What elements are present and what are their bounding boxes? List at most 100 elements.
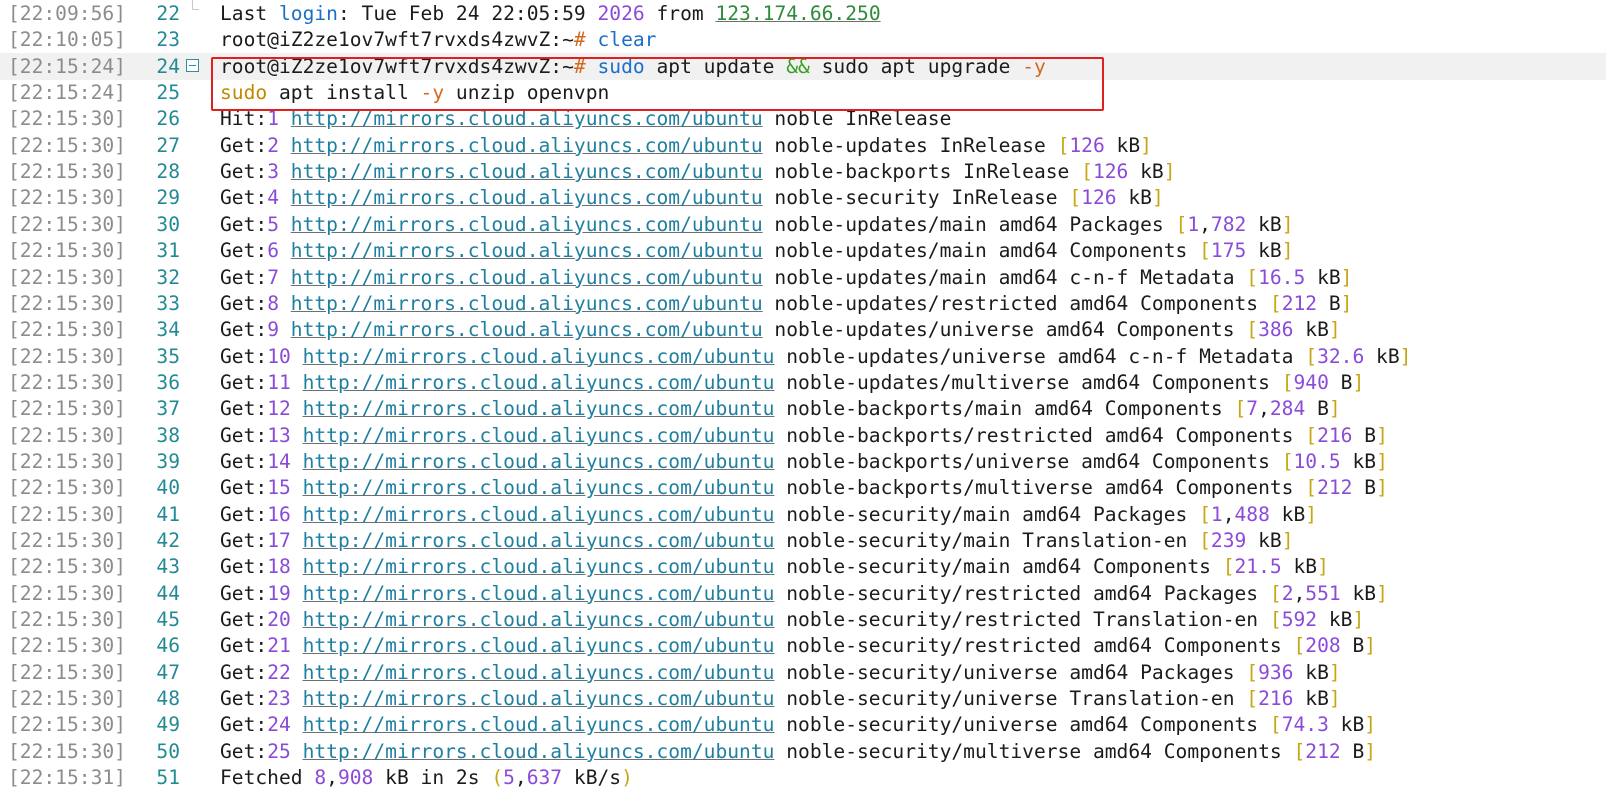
link[interactable]: http://mirrors.cloud.aliyuncs.com/ubuntu [291, 292, 763, 315]
terminal-line[interactable]: [22:15:30] 31 Get:6 http://mirrors.cloud.a… [0, 237, 1606, 264]
line-text[interactable]: Last login: Tue Feb 24 22:05:59 2026 fro… [220, 0, 881, 27]
link[interactable]: http://mirrors.cloud.aliyuncs.com/ubuntu [303, 634, 775, 657]
terminal-line[interactable]: [22:15:24] 24 root@iZ2ze1ov7wft7rvxds4zwvZ… [0, 52, 1606, 80]
terminal-line[interactable]: [22:15:30] 47 Get:22 http://mirrors.cloud.… [0, 659, 1606, 686]
line-number: 40 [156, 476, 180, 500]
terminal-line[interactable]: [22:15:30] 36 Get:11 http://mirrors.cloud.… [0, 369, 1606, 396]
line-text[interactable]: Get:7 http://mirrors.cloud.aliyuncs.com/… [220, 264, 1352, 291]
line-text[interactable]: Get:4 http://mirrors.cloud.aliyuncs.com/… [220, 184, 1164, 211]
terminal-line[interactable]: [22:15:30] 40 Get:15 http://mirrors.cloud.… [0, 474, 1606, 501]
terminal-line[interactable]: [22:15:30] 26 Hit:1 http://mirrors.cloud.a… [0, 105, 1606, 132]
line-text[interactable]: Get:3 http://mirrors.cloud.aliyuncs.com/… [220, 158, 1176, 185]
line-text[interactable]: Get:21 http://mirrors.cloud.aliyuncs.com… [220, 632, 1376, 659]
line-text[interactable]: Get:14 http://mirrors.cloud.aliyuncs.com… [220, 448, 1388, 475]
line-text[interactable]: Hit:1 http://mirrors.cloud.aliyuncs.com/… [220, 105, 951, 132]
terminal-line[interactable]: [22:15:30] 49 Get:24 http://mirrors.cloud.… [0, 711, 1606, 738]
link[interactable]: http://mirrors.cloud.aliyuncs.com/ubuntu [291, 213, 763, 236]
link[interactable]: http://mirrors.cloud.aliyuncs.com/ubuntu [303, 687, 775, 710]
link[interactable]: http://mirrors.cloud.aliyuncs.com/ubuntu [291, 318, 763, 341]
link[interactable]: http://mirrors.cloud.aliyuncs.com/ubuntu [303, 555, 775, 578]
link[interactable]: http://mirrors.cloud.aliyuncs.com/ubuntu [291, 186, 763, 209]
text-token: sudo [597, 54, 645, 78]
link[interactable]: http://mirrors.cloud.aliyuncs.com/ubuntu [291, 266, 763, 289]
line-text[interactable]: Get:15 http://mirrors.cloud.aliyuncs.com… [220, 474, 1388, 501]
terminal-line[interactable]: [22:15:30] 46 Get:21 http://mirrors.cloud.… [0, 632, 1606, 659]
link[interactable]: 123.174.66.250 [715, 2, 880, 25]
link[interactable]: http://mirrors.cloud.aliyuncs.com/ubuntu [303, 424, 775, 447]
link[interactable]: http://mirrors.cloud.aliyuncs.com/ubuntu [303, 661, 775, 684]
terminal-line[interactable]: [22:15:30] 39 Get:14 http://mirrors.cloud.… [0, 448, 1606, 475]
line-text[interactable]: Get:16 http://mirrors.cloud.aliyuncs.com… [220, 501, 1317, 528]
terminal-line[interactable]: [22:15:30] 44 Get:19 http://mirrors.cloud.… [0, 580, 1606, 607]
terminal-line[interactable]: [22:15:30] 28 Get:3 http://mirrors.cloud.a… [0, 158, 1606, 185]
line-text[interactable]: Get:25 http://mirrors.cloud.aliyuncs.com… [220, 738, 1376, 765]
link[interactable]: http://mirrors.cloud.aliyuncs.com/ubuntu [303, 503, 775, 526]
fold-minus-icon[interactable] [186, 58, 199, 72]
link[interactable]: http://mirrors.cloud.aliyuncs.com/ubuntu [291, 107, 763, 130]
text-token: noble-security/universe amd64 Packages [774, 660, 1247, 684]
line-text[interactable]: Get:24 http://mirrors.cloud.aliyuncs.com… [220, 711, 1376, 738]
link[interactable]: http://mirrors.cloud.aliyuncs.com/ubuntu [291, 239, 763, 262]
line-text[interactable]: sudo apt install -y unzip openvpn [220, 79, 609, 106]
line-text[interactable]: Get:20 http://mirrors.cloud.aliyuncs.com… [220, 606, 1364, 633]
line-text[interactable]: Get:19 http://mirrors.cloud.aliyuncs.com… [220, 580, 1388, 607]
link[interactable]: http://mirrors.cloud.aliyuncs.com/ubuntu [303, 529, 775, 552]
terminal-line[interactable]: [22:15:24] 25 sudo apt install -y unzip op… [0, 79, 1606, 106]
line-text[interactable]: root@iZ2ze1ov7wft7rvxds4zwvZ:~# sudo apt… [220, 53, 1046, 80]
terminal-line[interactable]: [22:10:05] 23 root@iZ2ze1ov7wft7rvxds4zwvZ… [0, 26, 1606, 53]
terminal-line[interactable]: [22:15:30] 45 Get:20 http://mirrors.cloud.… [0, 606, 1606, 633]
line-number: 23 [156, 28, 180, 52]
terminal-line[interactable]: [22:15:30] 35 Get:10 http://mirrors.cloud.… [0, 343, 1606, 370]
line-text[interactable]: Get:5 http://mirrors.cloud.aliyuncs.com/… [220, 211, 1294, 238]
line-text[interactable]: Get:11 http://mirrors.cloud.aliyuncs.com… [220, 369, 1364, 396]
link[interactable]: http://mirrors.cloud.aliyuncs.com/ubuntu [303, 713, 775, 736]
link[interactable]: http://mirrors.cloud.aliyuncs.com/ubuntu [303, 450, 775, 473]
line-text[interactable]: Get:18 http://mirrors.cloud.aliyuncs.com… [220, 553, 1329, 580]
terminal-line[interactable]: [22:15:31] 51 Fetched 8,908 kB in 2s (5,63… [0, 764, 1606, 791]
line-text[interactable]: Get:23 http://mirrors.cloud.aliyuncs.com… [220, 685, 1341, 712]
terminal-line[interactable]: [22:15:30] 34 Get:9 http://mirrors.cloud.a… [0, 316, 1606, 343]
terminal-line[interactable]: [22:15:30] 48 Get:23 http://mirrors.cloud.… [0, 685, 1606, 712]
link[interactable]: http://mirrors.cloud.aliyuncs.com/ubuntu [291, 160, 763, 183]
terminal-line[interactable]: [22:15:30] 33 Get:8 http://mirrors.cloud.a… [0, 290, 1606, 317]
terminal-line[interactable]: [22:15:30] 37 Get:12 http://mirrors.cloud.… [0, 395, 1606, 422]
link[interactable]: http://mirrors.cloud.aliyuncs.com/ubuntu [303, 582, 775, 605]
terminal-line[interactable]: [22:15:30] 38 Get:13 http://mirrors.cloud.… [0, 422, 1606, 449]
line-text[interactable]: Get:10 http://mirrors.cloud.aliyuncs.com… [220, 343, 1411, 370]
text-token: [ [1269, 291, 1282, 315]
link[interactable]: http://mirrors.cloud.aliyuncs.com/ubuntu [303, 371, 775, 394]
line-text[interactable]: Get:13 http://mirrors.cloud.aliyuncs.com… [220, 422, 1388, 449]
line-text[interactable]: Get:9 http://mirrors.cloud.aliyuncs.com/… [220, 316, 1341, 343]
text-token: noble-security InRelease [762, 186, 1070, 210]
text-token: root@iZ2ze1ov7wft7rvxds4zwvZ:~ [220, 28, 574, 52]
line-text[interactable]: root@iZ2ze1ov7wft7rvxds4zwvZ:~# clear [220, 26, 656, 53]
terminal-line[interactable]: [22:09:56] 22 Last login: Tue Feb 24 22:05… [0, 0, 1606, 27]
text-token: 32.6 [1317, 344, 1365, 368]
link[interactable]: http://mirrors.cloud.aliyuncs.com/ubuntu [303, 345, 775, 368]
terminal-line[interactable]: [22:15:30] 27 Get:2 http://mirrors.cloud.a… [0, 132, 1606, 159]
link[interactable]: http://mirrors.cloud.aliyuncs.com/ubuntu [291, 134, 763, 157]
terminal-line[interactable]: [22:15:30] 32 Get:7 http://mirrors.cloud.a… [0, 264, 1606, 291]
line-text[interactable]: Get:12 http://mirrors.cloud.aliyuncs.com… [220, 395, 1341, 422]
terminal-window[interactable]: [22:09:56] 22 Last login: Tue Feb 24 22:05… [0, 0, 1606, 811]
link[interactable]: http://mirrors.cloud.aliyuncs.com/ubuntu [303, 608, 775, 631]
line-text[interactable]: Get:2 http://mirrors.cloud.aliyuncs.com/… [220, 132, 1152, 159]
line-text[interactable]: Get:6 http://mirrors.cloud.aliyuncs.com/… [220, 237, 1293, 264]
terminal-line[interactable]: [22:15:30] 30 Get:5 http://mirrors.cloud.a… [0, 211, 1606, 238]
terminal-line[interactable]: [22:15:30] 29 Get:4 http://mirrors.cloud.a… [0, 184, 1606, 211]
link[interactable]: http://mirrors.cloud.aliyuncs.com/ubuntu [303, 476, 775, 499]
terminal-line[interactable]: [22:15:30] 41 Get:16 http://mirrors.cloud.… [0, 501, 1606, 528]
text-token: 10 [267, 344, 291, 368]
line-text[interactable]: Get:8 http://mirrors.cloud.aliyuncs.com/… [220, 290, 1352, 317]
terminal-line[interactable]: [22:15:30] 50 Get:25 http://mirrors.cloud.… [0, 738, 1606, 765]
text-token: kB [1340, 581, 1377, 605]
link[interactable]: http://mirrors.cloud.aliyuncs.com/ubuntu [303, 740, 775, 763]
terminal-line[interactable]: [22:15:30] 43 Get:18 http://mirrors.cloud.… [0, 553, 1606, 580]
text-token: ) [621, 766, 633, 790]
line-text[interactable]: Fetched 8,908 kB in 2s (5,637 kB/s) [220, 764, 633, 791]
line-text[interactable]: Get:17 http://mirrors.cloud.aliyuncs.com… [220, 527, 1293, 554]
line-text[interactable]: Get:22 http://mirrors.cloud.aliyuncs.com… [220, 659, 1341, 686]
terminal-line[interactable]: [22:15:30] 42 Get:17 http://mirrors.cloud.… [0, 527, 1606, 554]
link[interactable]: http://mirrors.cloud.aliyuncs.com/ubuntu [303, 397, 775, 420]
